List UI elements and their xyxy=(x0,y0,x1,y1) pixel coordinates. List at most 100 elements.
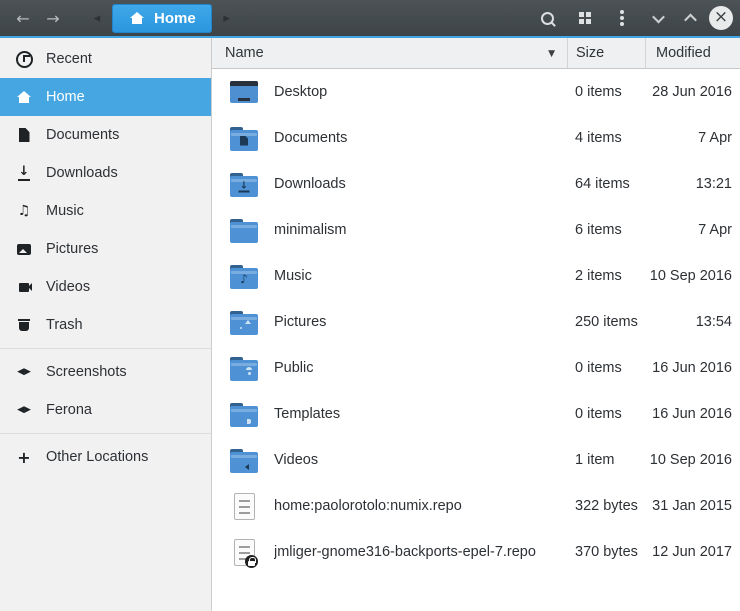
file-size: 1 item xyxy=(567,452,645,468)
file-list: Desktop0 items28 Jun 2016Documents4 item… xyxy=(212,69,740,611)
sidebar-item-label: Documents xyxy=(46,127,119,143)
file-size: 370 bytes xyxy=(567,544,645,560)
sidebar-item-other-locations[interactable]: Other Locations xyxy=(0,438,211,476)
sidebar-item-pictures[interactable]: Pictures xyxy=(0,230,211,268)
file-modified: 13:21 xyxy=(645,176,740,192)
text-file-icon xyxy=(228,490,260,522)
sidebar-item-label: Downloads xyxy=(46,165,118,181)
column-size-label: Size xyxy=(576,45,604,61)
file-modified: 28 Jun 2016 xyxy=(645,84,740,100)
path-scroll-right-button[interactable]: ▸ xyxy=(216,3,238,33)
maximize-button[interactable] xyxy=(677,3,703,33)
plus-icon xyxy=(15,448,33,466)
table-row[interactable]: Videos1 item10 Sep 2016 xyxy=(212,437,740,483)
table-row[interactable]: home:paolorotolo:numix.repo322 bytes31 J… xyxy=(212,483,740,529)
table-row[interactable]: minimalism6 items7 Apr xyxy=(212,207,740,253)
drive-icon xyxy=(15,401,33,419)
home-icon xyxy=(128,9,146,27)
file-size: 0 items xyxy=(567,406,645,422)
file-modified: 12 Jun 2017 xyxy=(645,544,740,560)
file-name: Pictures xyxy=(274,314,326,330)
table-row[interactable]: jmliger-gnome316-backports-epel-7.repo 37… xyxy=(212,529,740,575)
sidebar-item-label: Recent xyxy=(46,51,92,67)
text-file-lock-icon xyxy=(228,536,260,568)
sidebar: Recent Home Documents Downloads Music Picture… xyxy=(0,38,212,611)
file-modified: 16 Jun 2016 xyxy=(645,360,740,376)
sidebar-item-downloads[interactable]: Downloads xyxy=(0,154,211,192)
file-name: Desktop xyxy=(274,84,327,100)
sidebar-item-ferona[interactable]: Ferona xyxy=(0,391,211,429)
list-column-headers: Name ▼ Size Modified xyxy=(212,38,740,69)
minimize-button[interactable] xyxy=(640,3,677,33)
column-header-size[interactable]: Size xyxy=(567,38,645,68)
file-modified: 31 Jan 2015 xyxy=(645,498,740,514)
folder-music-icon xyxy=(228,260,260,292)
document-icon xyxy=(15,126,33,144)
chevron-left-icon: ◂ xyxy=(94,11,101,26)
sidebar-item-music[interactable]: Music xyxy=(0,192,211,230)
file-manager-window: ← → ◂ Home ▸ xyxy=(0,0,740,611)
titlebar-actions: × xyxy=(529,3,733,33)
table-row[interactable]: Music2 items10 Sep 2016 xyxy=(212,253,740,299)
music-icon xyxy=(15,202,33,220)
column-modified-label: Modified xyxy=(656,45,711,61)
sidebar-item-videos[interactable]: Videos xyxy=(0,268,211,306)
table-row[interactable]: Pictures 250 items13:54 xyxy=(212,299,740,345)
file-size: 2 items xyxy=(567,268,645,284)
table-row[interactable]: Documents4 items7 Apr xyxy=(212,115,740,161)
column-header-name[interactable]: Name ▼ xyxy=(212,38,567,68)
recent-icon xyxy=(15,50,33,68)
close-button[interactable]: × xyxy=(709,6,733,30)
file-size: 0 items xyxy=(567,84,645,100)
sidebar-item-recent[interactable]: Recent xyxy=(0,40,211,78)
chevron-up-icon xyxy=(684,13,697,26)
file-name: Templates xyxy=(274,406,340,422)
forward-button[interactable]: → xyxy=(38,3,68,33)
pathbar-home-label: Home xyxy=(154,10,196,27)
file-name: jmliger-gnome316-backports-epel-7.repo xyxy=(274,544,536,560)
file-modified: 16 Jun 2016 xyxy=(645,406,740,422)
back-button[interactable]: ← xyxy=(8,3,38,33)
window-content: Recent Home Documents Downloads Music Picture… xyxy=(0,38,740,611)
home-icon xyxy=(15,88,33,106)
table-row[interactable]: Desktop 0 items28 Jun 2016 xyxy=(212,69,740,115)
menu-button[interactable] xyxy=(603,3,640,33)
sidebar-item-trash[interactable]: Trash xyxy=(0,306,211,344)
pathbar-home-button[interactable]: Home xyxy=(112,4,212,33)
folder-pictures-icon xyxy=(228,306,260,338)
main-pane: Name ▼ Size Modified Desktop0 items28 Ju… xyxy=(212,38,740,611)
table-row[interactable]: Downloads64 items13:21 xyxy=(212,161,740,207)
file-name: Videos xyxy=(274,452,318,468)
table-row[interactable]: Public0 items16 Jun 2016 xyxy=(212,345,740,391)
sidebar-item-label: Music xyxy=(46,203,84,219)
video-icon xyxy=(15,278,33,296)
search-button[interactable] xyxy=(529,3,566,33)
column-header-modified[interactable]: Modified xyxy=(645,38,740,68)
file-size: 250 items xyxy=(567,314,645,330)
file-name: Downloads xyxy=(274,176,346,192)
file-modified: 7 Apr xyxy=(645,222,740,238)
titlebar: ← → ◂ Home ▸ xyxy=(0,0,740,38)
folder-downloads-icon xyxy=(228,168,260,200)
sidebar-item-label: Videos xyxy=(46,279,90,295)
path-scroll-left-button[interactable]: ◂ xyxy=(86,3,108,33)
sidebar-item-documents[interactable]: Documents xyxy=(0,116,211,154)
file-modified: 10 Sep 2016 xyxy=(645,268,740,284)
grid-view-icon xyxy=(579,12,591,24)
sidebar-item-home[interactable]: Home xyxy=(0,78,211,116)
view-grid-button[interactable] xyxy=(566,3,603,33)
sidebar-separator xyxy=(0,433,211,434)
search-icon xyxy=(541,12,554,25)
table-row[interactable]: Templates 0 items16 Jun 2016 xyxy=(212,391,740,437)
close-icon: × xyxy=(714,7,728,27)
sidebar-item-label: Home xyxy=(46,89,85,105)
chevron-down-icon xyxy=(652,10,665,23)
folder-public-icon xyxy=(228,352,260,384)
sidebar-item-screenshots[interactable]: Screenshots xyxy=(0,353,211,391)
file-modified: 7 Apr xyxy=(645,130,740,146)
sort-descending-icon: ▼ xyxy=(548,49,555,59)
sidebar-item-label: Screenshots xyxy=(46,364,127,380)
file-modified: 13:54 xyxy=(645,314,740,330)
folder-templates-icon xyxy=(228,398,260,430)
file-size: 322 bytes xyxy=(567,498,645,514)
